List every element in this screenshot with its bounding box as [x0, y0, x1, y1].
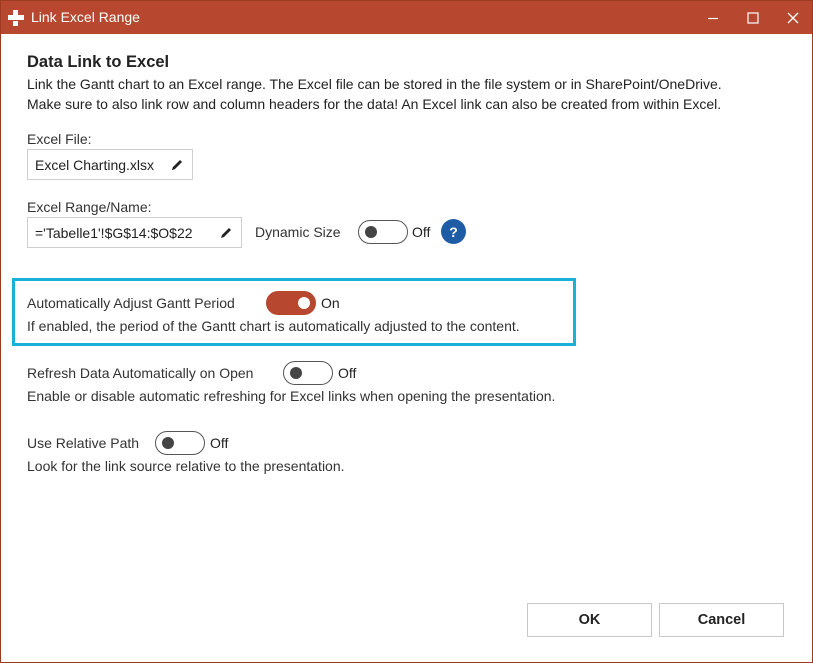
- auto-adjust-label: Automatically Adjust Gantt Period: [27, 295, 235, 311]
- relative-path-state: Off: [210, 435, 229, 451]
- pencil-icon[interactable]: [219, 226, 233, 240]
- excel-file-field[interactable]: Excel Charting.xlsx: [27, 149, 193, 180]
- cancel-button[interactable]: Cancel: [659, 603, 784, 637]
- title-bar[interactable]: Link Excel Range: [1, 1, 812, 34]
- maximize-icon: [747, 11, 759, 24]
- dynamic-size-label: Dynamic Size: [255, 224, 341, 240]
- relative-path-toggle[interactable]: [155, 431, 205, 455]
- refresh-on-open-state: Off: [338, 365, 357, 381]
- close-button[interactable]: [776, 1, 810, 34]
- section-title: Data Link to Excel: [27, 53, 170, 71]
- app-logo-icon: [8, 10, 24, 26]
- auto-adjust-state: On: [321, 295, 340, 311]
- refresh-on-open-description: Enable or disable automatic refreshing f…: [27, 388, 556, 404]
- section-description-line-2: Make sure to also link row and column he…: [27, 96, 722, 112]
- ok-button[interactable]: OK: [527, 603, 652, 637]
- help-icon[interactable]: ?: [441, 219, 466, 244]
- auto-adjust-toggle[interactable]: [266, 291, 316, 315]
- toggle-knob: [365, 226, 377, 238]
- section-description-line-1: Link the Gantt chart to an Excel range. …: [27, 76, 722, 92]
- refresh-on-open-label: Refresh Data Automatically on Open: [27, 365, 254, 381]
- close-icon: [787, 12, 799, 23]
- toggle-knob: [298, 297, 310, 309]
- relative-path-description: Look for the link source relative to the…: [27, 458, 345, 474]
- refresh-on-open-toggle[interactable]: [283, 361, 333, 385]
- pencil-icon[interactable]: [170, 158, 184, 172]
- excel-range-label: Excel Range/Name:: [27, 199, 152, 215]
- excel-file-value: Excel Charting.xlsx: [35, 156, 155, 173]
- window-title: Link Excel Range: [31, 9, 140, 25]
- dynamic-size-toggle[interactable]: [358, 220, 408, 244]
- excel-range-value: ='Tabelle1'!$G$14:$O$22: [35, 224, 193, 241]
- maximize-button[interactable]: [736, 1, 770, 34]
- excel-file-label: Excel File:: [27, 131, 92, 147]
- relative-path-label: Use Relative Path: [27, 435, 140, 451]
- minimize-button[interactable]: [696, 1, 730, 34]
- dynamic-size-state: Off: [412, 224, 431, 240]
- minimize-icon: [708, 17, 718, 19]
- excel-range-field[interactable]: ='Tabelle1'!$G$14:$O$22: [27, 217, 242, 248]
- link-excel-range-dialog: Link Excel Range Data Link to Excel Link…: [0, 0, 813, 663]
- toggle-knob: [290, 367, 302, 379]
- toggle-knob: [162, 437, 174, 449]
- auto-adjust-description: If enabled, the period of the Gantt char…: [27, 318, 520, 334]
